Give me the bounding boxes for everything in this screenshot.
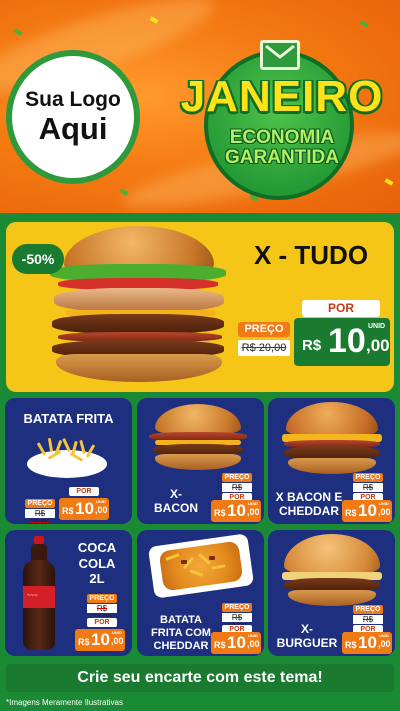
old-price: R$ 20,00 — [353, 615, 383, 633]
por-label: POR — [69, 487, 99, 496]
preco-label: PREÇO — [353, 473, 383, 482]
plate — [27, 450, 107, 478]
price-integer: 10 — [358, 633, 377, 652]
cta-button[interactable]: Crie seu encarte com este tema! — [6, 664, 394, 692]
product-name: COCA COLA 2L — [77, 540, 117, 587]
price-decimal: ,00 — [247, 507, 260, 517]
price-integer: 10 — [227, 633, 246, 652]
new-price: R$ 10 ,00 UNID — [342, 500, 392, 522]
campaign-subtitle-1: ECONOMIA — [229, 127, 335, 148]
price-decimal: ,00 — [378, 639, 391, 649]
disclaimer: *Imagens Meramente Ilustrativas — [6, 698, 123, 707]
preco-label: PREÇO — [222, 473, 252, 482]
product-card-coca-cola[interactable]: ~~~ COCA COLA 2L PREÇO R$ 20,00 POR R$ 1… — [5, 530, 132, 656]
price-currency: R$ — [214, 508, 226, 518]
product-card-batata-cheddar[interactable]: BATATA FRITA COM CHEDDAR PREÇO R$ 20,00 … — [137, 530, 264, 656]
price-currency: R$ — [214, 640, 226, 650]
product-name: X- BACON — [154, 487, 198, 516]
discount-badge: -50% — [12, 244, 64, 274]
price-decimal: ,00 — [247, 639, 260, 649]
product-card-x-burguer[interactable]: X- BURGUER PREÇO R$ 20,00 POR R$ 10 ,00 … — [268, 530, 395, 656]
logo-line1: Sua Logo — [25, 88, 121, 112]
featured-product-card[interactable]: -50% X - TUDO PREÇO R$ 20,00 POR R$ 10 ,… — [6, 222, 394, 392]
price-integer: 10 — [227, 501, 246, 520]
confetti — [13, 28, 23, 36]
price-decimal: ,00 — [366, 336, 390, 355]
burger-image — [36, 226, 226, 386]
envelope-check-icon — [260, 40, 300, 70]
price-unit: UNID — [96, 499, 106, 504]
price-currency: R$ — [345, 508, 357, 518]
preco-label: PREÇO — [222, 603, 252, 612]
product-name: X- BURGUER — [276, 622, 338, 651]
old-price: R$ 20,00 — [222, 613, 252, 631]
price-integer: 10 — [91, 630, 110, 649]
price-unit: UNID — [112, 630, 122, 635]
campaign-badge: JANEIRO ECONOMIA GARANTIDA — [168, 36, 396, 200]
price-unit: UNID — [248, 633, 258, 638]
price-decimal: ,00 — [95, 505, 108, 515]
price-currency: R$ — [62, 506, 74, 516]
price-currency: R$ — [345, 640, 357, 650]
burger-image — [282, 402, 382, 478]
product-card-x-bacon[interactable]: X- BACON PREÇO R$ 20,00 POR R$ 10 ,00 UN… — [137, 398, 264, 524]
logo-placeholder[interactable]: Sua Logo Aqui — [6, 50, 140, 184]
por-label: POR — [87, 618, 117, 627]
preco-label: PREÇO — [353, 605, 383, 614]
product-name: X BACON E CHEDDAR — [275, 490, 343, 519]
confetti — [119, 188, 129, 196]
soda-bottle-image: ~~~ — [21, 536, 57, 652]
price-unit: UNID — [368, 323, 386, 330]
old-price: R$ 20,00 — [222, 483, 252, 501]
price-unit: UNID — [379, 633, 389, 638]
campaign-subtitle-2: GARANTIDA — [225, 147, 339, 168]
new-price: R$ 10 ,00 UNID — [294, 318, 390, 366]
price-integer: 10 — [328, 322, 366, 360]
product-card-x-bacon-cheddar[interactable]: X BACON E CHEDDAR PREÇO R$ 20,00 POR R$ … — [268, 398, 395, 524]
new-price: R$ 10 ,00 UNID — [211, 632, 261, 654]
por-label: POR — [302, 300, 380, 317]
preco-label: PREÇO — [238, 322, 290, 337]
price-unit: UNID — [379, 501, 389, 506]
confetti — [359, 20, 369, 28]
preco-label: PREÇO — [25, 499, 55, 508]
new-price: R$ 10 ,00 UNID — [211, 500, 261, 522]
product-card-batata-frita[interactable]: BATATA FRITA PREÇO R$ 20,00 POR R$ 10 ,0… — [5, 398, 132, 524]
old-price: R$ 20,00 — [238, 340, 290, 356]
new-price: R$ 10 ,00 UNID — [59, 498, 109, 520]
price-currency: R$ — [78, 637, 90, 647]
burger-image — [280, 534, 384, 610]
featured-product-name: X - TUDO — [253, 240, 369, 270]
new-price: R$ 10 ,00 UNID — [342, 632, 392, 654]
price-currency: R$ — [302, 337, 322, 354]
product-name: BATATA FRITA — [23, 411, 114, 426]
price-unit: UNID — [248, 501, 258, 506]
header-banner: Sua Logo Aqui JANEIRO ECONOMIA GARANTIDA — [0, 0, 400, 213]
old-price: R$ 20,00 — [353, 483, 383, 501]
old-price: R$ 20,00 — [25, 509, 55, 524]
price-integer: 10 — [75, 499, 94, 518]
logo-line2: Aqui — [38, 110, 108, 146]
price-integer: 10 — [358, 501, 377, 520]
burger-image — [149, 404, 249, 474]
new-price: R$ 10 ,00 UNID — [75, 629, 125, 651]
old-price: R$ 20,00 — [87, 604, 117, 622]
price-decimal: ,00 — [111, 636, 124, 646]
price-decimal: ,00 — [378, 507, 391, 517]
preco-label: PREÇO — [87, 594, 117, 603]
campaign-title: JANEIRO — [180, 72, 384, 121]
